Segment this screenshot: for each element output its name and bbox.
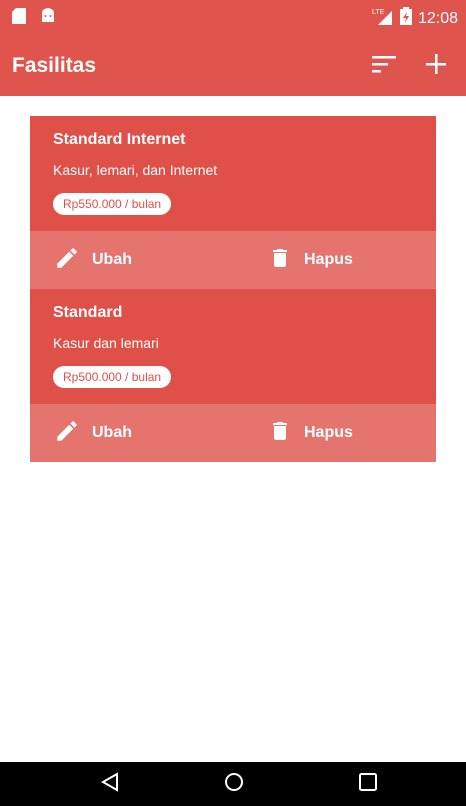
recents-icon (359, 772, 377, 796)
back-button[interactable] (88, 762, 132, 806)
edit-label: Ubah (92, 251, 132, 268)
facility-card-body[interactable]: Standard Kasur dan lemari Rp500.000 / bu… (30, 289, 436, 404)
pencil-icon (54, 245, 80, 276)
facility-list: Standard Internet Kasur, lemari, dan Int… (30, 116, 436, 462)
price-badge: Rp550.000 / bulan (53, 193, 172, 215)
facility-name: Standard Internet (53, 131, 186, 148)
edit-button[interactable]: Ubah (54, 231, 132, 289)
lte-signal-icon: LTE (372, 7, 394, 30)
lte-label: LTE (372, 9, 385, 16)
back-icon (100, 771, 119, 797)
price-badge: Rp500.000 / bulan (53, 366, 172, 388)
facility-description: Kasur dan lemari (53, 335, 159, 351)
facility-card: Standard Kasur dan lemari Rp500.000 / bu… (30, 289, 436, 462)
android-icon (40, 8, 56, 29)
recents-button[interactable] (346, 762, 390, 806)
delete-button[interactable]: Hapus (268, 231, 353, 289)
home-button[interactable] (212, 762, 256, 806)
add-icon (426, 53, 446, 79)
add-button[interactable] (420, 50, 452, 82)
battery-charging-icon (399, 7, 412, 30)
status-bar: LTE 12:08 (0, 0, 466, 36)
delete-label: Hapus (304, 251, 353, 268)
trash-icon (268, 418, 292, 449)
delete-button[interactable]: Hapus (268, 404, 353, 462)
clock: 12:08 (417, 9, 458, 27)
facility-card: Standard Internet Kasur, lemari, dan Int… (30, 116, 436, 289)
app-bar: Fasilitas (0, 36, 466, 96)
home-icon (224, 772, 244, 797)
facility-actions: Ubah Hapus (30, 231, 436, 289)
edit-button[interactable]: Ubah (54, 404, 132, 462)
facility-description: Kasur, lemari, dan Internet (53, 162, 218, 178)
facility-name: Standard (53, 304, 123, 321)
sort-icon (372, 55, 396, 78)
delete-label: Hapus (304, 424, 353, 441)
facility-actions: Ubah Hapus (30, 404, 436, 462)
page-title: Fasilitas (12, 54, 97, 77)
navigation-bar (0, 762, 466, 806)
pencil-icon (54, 418, 80, 449)
facility-card-body[interactable]: Standard Internet Kasur, lemari, dan Int… (30, 116, 436, 231)
edit-label: Ubah (92, 424, 132, 441)
sort-button[interactable] (368, 50, 400, 82)
trash-icon (268, 245, 292, 276)
sd-card-icon (12, 8, 26, 29)
